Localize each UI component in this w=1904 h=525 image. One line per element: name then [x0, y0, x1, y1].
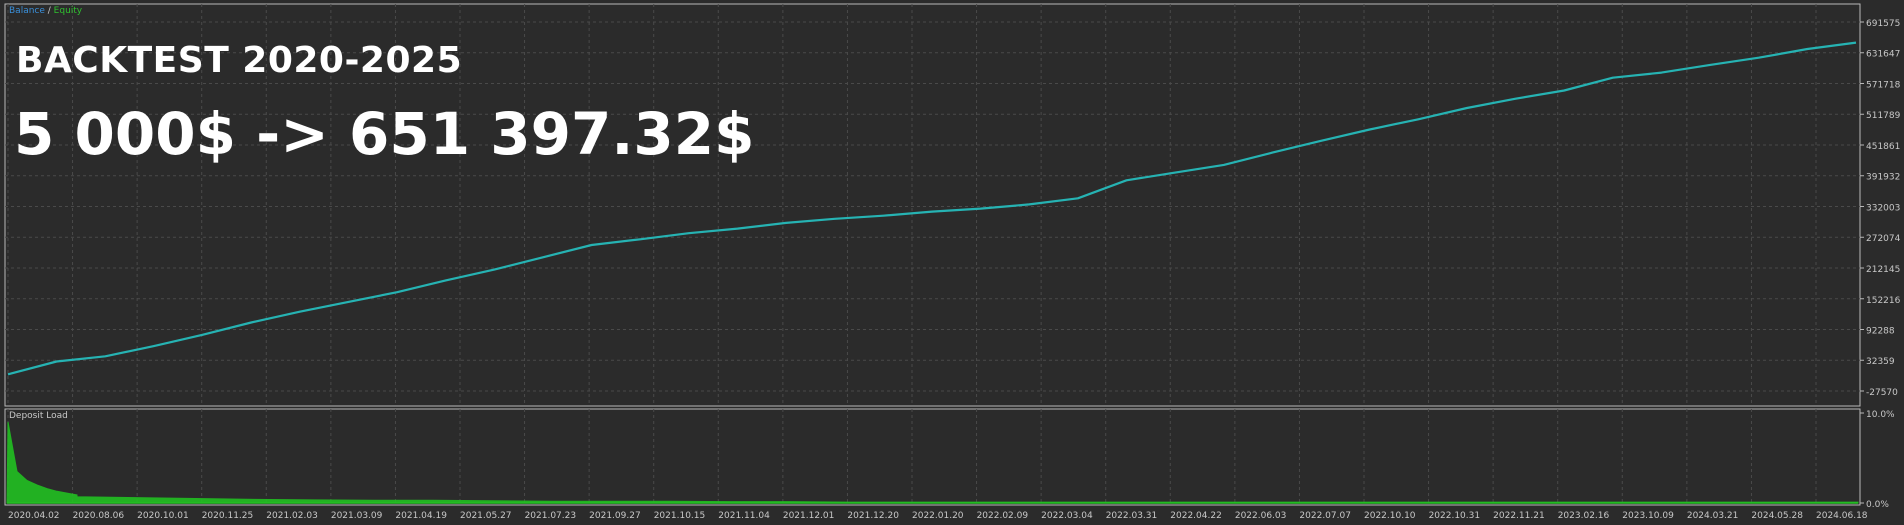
deposit-load-fill: [6, 421, 1859, 504]
deposit-load-panel: [4, 408, 1861, 506]
deposit-load-grid: [7, 409, 1817, 505]
y-tick-label: 691575: [1866, 19, 1900, 29]
date-x-axis: 2020.04.02 2020.08.06 2020.10.01 2020.11.25…: [8, 511, 1868, 521]
y-tick-label: -27570: [1866, 388, 1898, 398]
balance-y-axis: 691575 631647 571718 511789 451861 391932 3320…: [1860, 19, 1901, 398]
y-tick-label: 451861: [1866, 142, 1900, 152]
x-tick-label: 2022.11.21: [1493, 511, 1545, 521]
backtest-result: 5 000$ -> 651 397.32$: [14, 100, 755, 168]
x-tick-label: 2020.10.01: [137, 511, 189, 521]
deposit-load-label: Deposit Load: [9, 411, 68, 421]
x-tick-label: 2021.02.03: [266, 511, 318, 521]
x-tick-label: 2021.11.04: [718, 511, 770, 521]
backtest-title: BACKTEST 2020-2025: [16, 40, 463, 81]
x-tick-label: 2021.09.27: [589, 511, 641, 521]
y-tick-label: 10.0%: [1866, 410, 1895, 420]
y-tick-label: 152216: [1866, 296, 1901, 306]
legend-separator: /: [44, 6, 54, 16]
x-tick-label: 2023.10.09: [1622, 511, 1674, 521]
x-tick-label: 2022.03.31: [1106, 511, 1158, 521]
x-tick-label: 2021.07.23: [525, 511, 577, 521]
legend-balance: Balance: [9, 6, 45, 16]
y-tick-label: 571718: [1866, 80, 1901, 90]
y-tick-label: 92288: [1866, 326, 1895, 336]
x-tick-label: 2022.06.03: [1235, 511, 1287, 521]
x-tick-label: 2020.08.06: [73, 511, 125, 521]
x-tick-label: 2022.03.04: [1041, 511, 1093, 521]
x-tick-label: 2022.10.10: [1364, 511, 1416, 521]
x-tick-label: 2021.04.19: [395, 511, 447, 521]
y-tick-label: 391932: [1866, 173, 1900, 183]
deposit-load-area: [6, 421, 1859, 504]
x-tick-label: 2022.04.22: [1170, 511, 1222, 521]
deposit-load-y-axis: 10.0% 0.0%: [1860, 410, 1895, 510]
x-tick-label: 2021.05.27: [460, 511, 512, 521]
x-tick-label: 2022.01.20: [912, 511, 964, 521]
y-tick-label: 511789: [1866, 111, 1901, 121]
y-tick-label: 32359: [1866, 357, 1895, 367]
x-tick-label: 2021.12.01: [783, 511, 835, 521]
x-tick-label: 2022.10.31: [1429, 511, 1481, 521]
legend-equity: Equity: [53, 6, 83, 16]
x-tick-label: 2024.03.21: [1687, 511, 1739, 521]
x-tick-label: 2022.07.07: [1299, 511, 1351, 521]
x-tick-label: 2021.10.15: [654, 511, 706, 521]
x-tick-label: 2024.06.18: [1816, 511, 1868, 521]
deposit-load-panel-border: [4, 408, 1861, 506]
x-tick-label: 2021.12.20: [847, 511, 899, 521]
x-tick-label: 2024.05.28: [1751, 511, 1803, 521]
equity-curve: [7, 41, 1857, 376]
equity-line: [7, 41, 1857, 376]
y-tick-label: 212145: [1866, 265, 1900, 275]
x-tick-label: 2020.04.02: [8, 511, 60, 521]
y-tick-label: 272074: [1866, 234, 1901, 244]
x-tick-label: 2023.02.16: [1558, 511, 1610, 521]
x-tick-label: 2020.11.25: [202, 511, 254, 521]
y-tick-label: 0.0%: [1866, 500, 1889, 510]
chart-legend: Balance / Equity: [9, 6, 82, 16]
y-tick-label: 631647: [1866, 50, 1900, 60]
x-tick-label: 2022.02.09: [977, 511, 1029, 521]
y-tick-label: 332003: [1866, 203, 1900, 213]
x-tick-label: 2021.03.09: [331, 511, 383, 521]
